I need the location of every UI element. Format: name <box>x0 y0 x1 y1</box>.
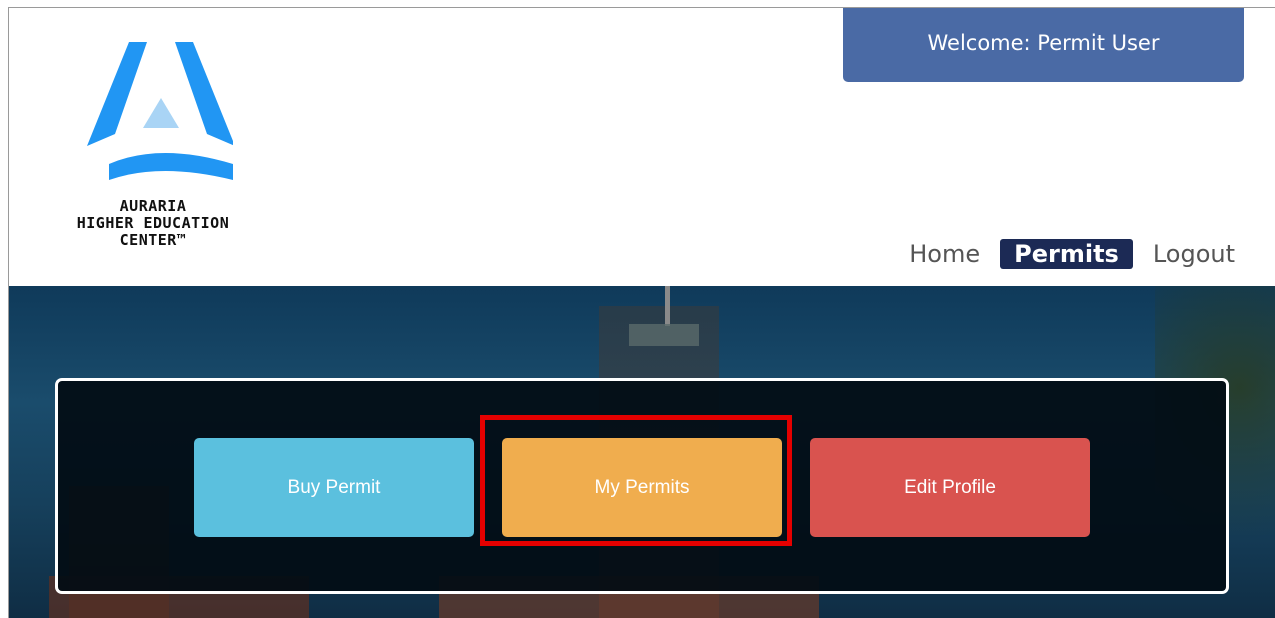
welcome-banner: Welcome: Permit User <box>843 8 1244 82</box>
buy-permit-button[interactable]: Buy Permit <box>194 438 474 537</box>
logo-text: AURARIA HIGHER EDUCATION CENTER™ <box>35 198 271 249</box>
hero-spire-image <box>665 286 670 326</box>
hero-background: Buy Permit My Permits Edit Profile <box>9 286 1275 618</box>
nav-logout-link[interactable]: Logout <box>1151 238 1237 270</box>
site-header: AURARIA HIGHER EDUCATION CENTER™ Welcome… <box>9 8 1275 286</box>
nav-permits-link[interactable]: Permits <box>1000 239 1133 269</box>
edit-profile-button[interactable]: Edit Profile <box>810 438 1090 537</box>
my-permits-button[interactable]: My Permits <box>502 438 782 537</box>
page-frame: AURARIA HIGHER EDUCATION CENTER™ Welcome… <box>8 7 1275 618</box>
nav-home-link[interactable]: Home <box>907 238 982 270</box>
main-nav: Home Permits Logout <box>907 236 1237 272</box>
hero-roof-image <box>629 324 699 346</box>
action-panel: Buy Permit My Permits Edit Profile <box>55 378 1229 594</box>
logo-line-3: CENTER™ <box>119 231 187 249</box>
auraria-logo-icon <box>87 42 233 180</box>
logo-line-2: HIGHER EDUCATION <box>76 214 230 232</box>
logo-line-1: AURARIA <box>119 197 187 215</box>
site-logo[interactable]: AURARIA HIGHER EDUCATION CENTER™ <box>35 34 275 264</box>
